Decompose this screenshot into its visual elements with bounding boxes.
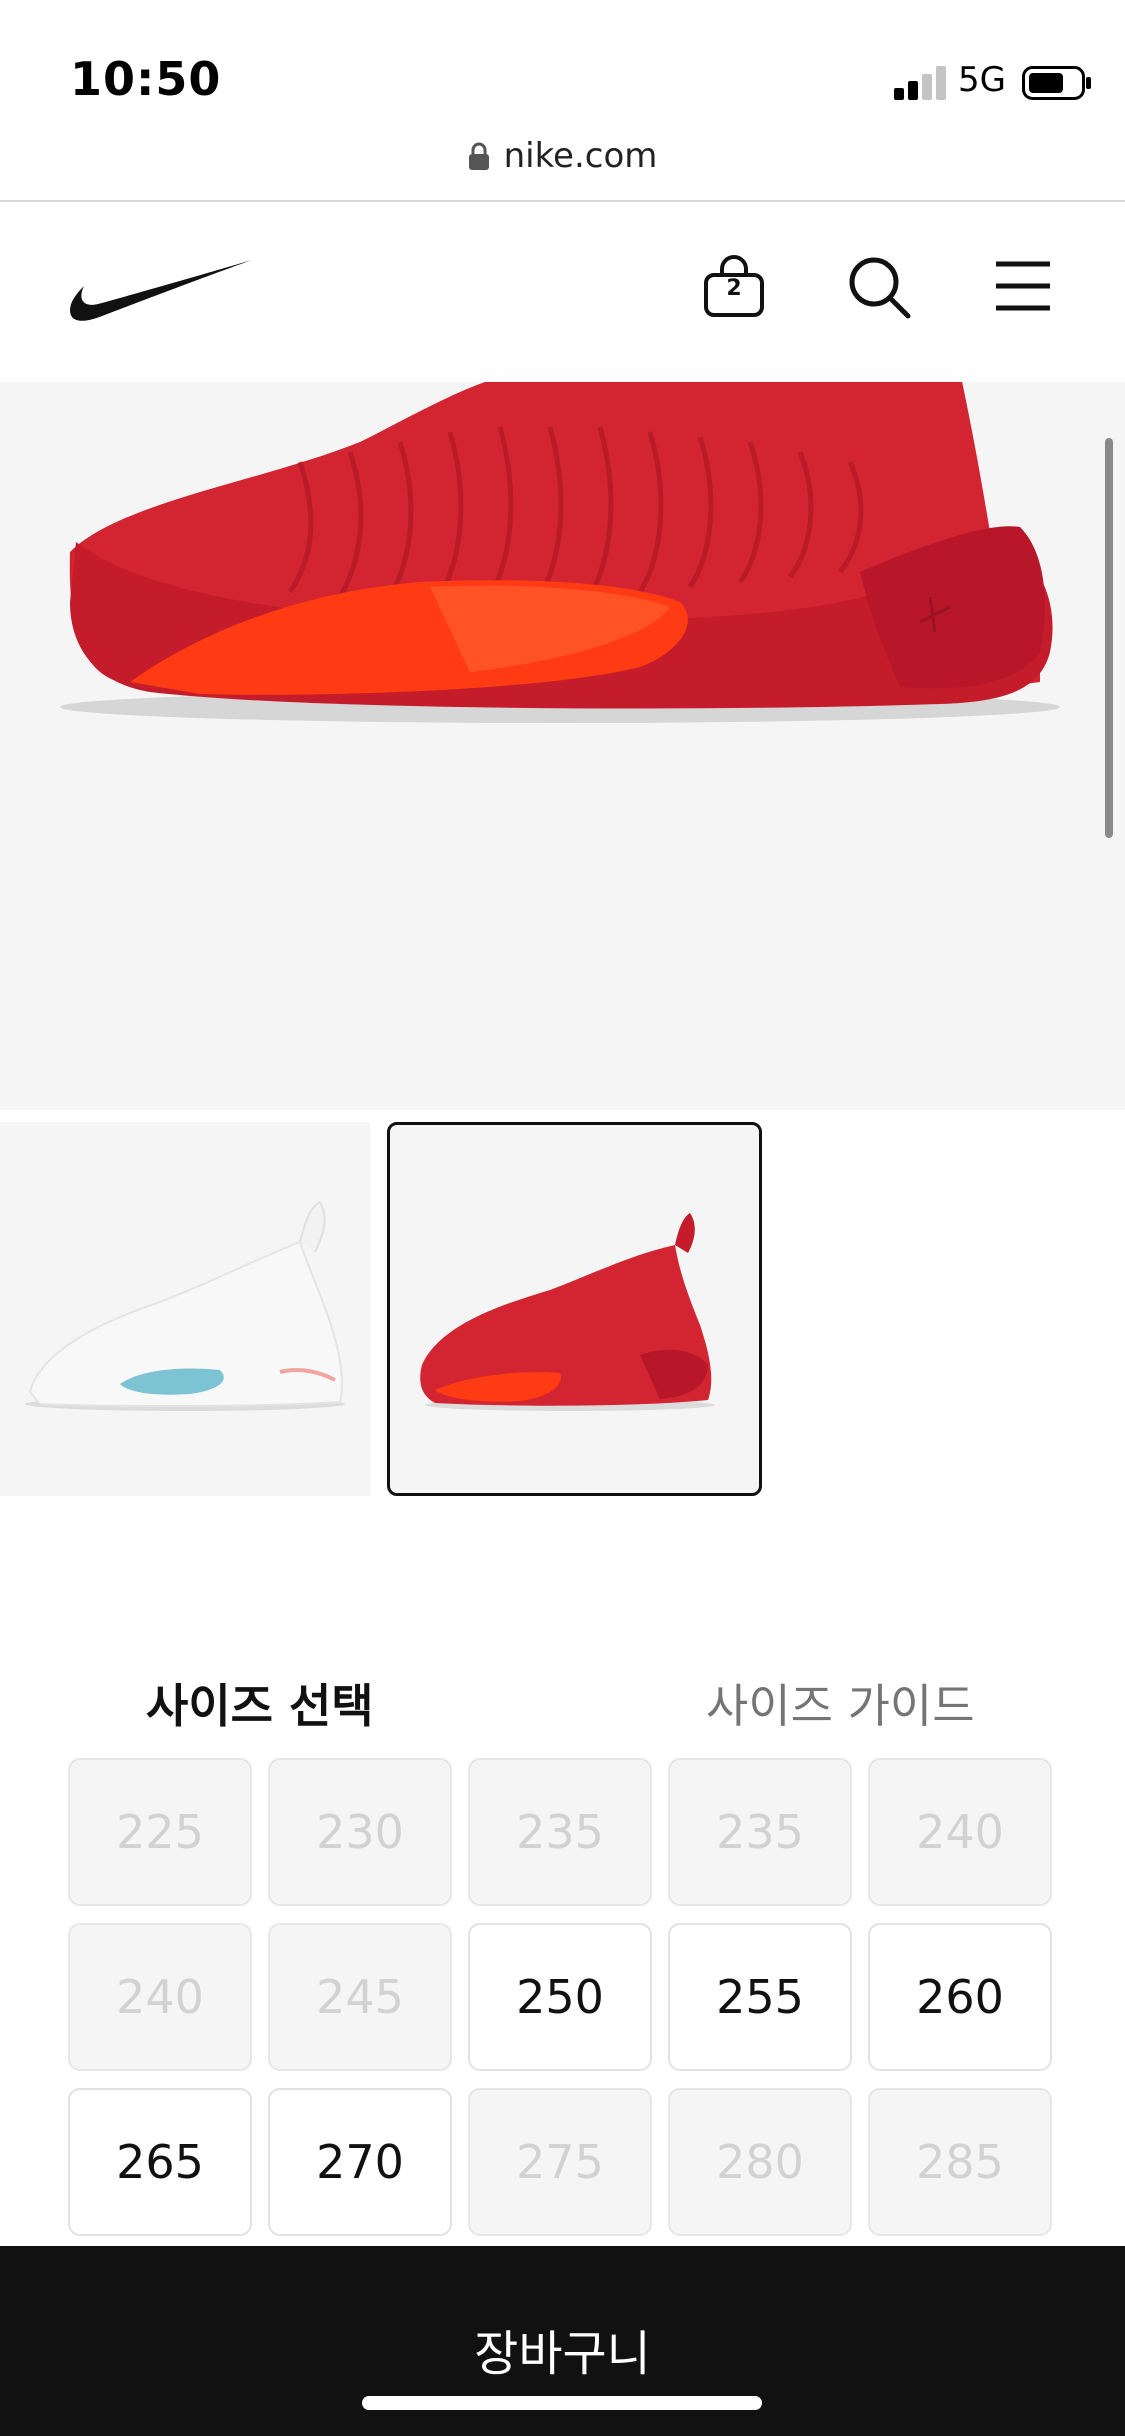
home-indicator[interactable] <box>362 2396 762 2410</box>
size-guide-link[interactable]: 사이즈 가이드 <box>706 1670 975 1736</box>
red-shoe-illustration <box>60 382 1060 723</box>
browser-url-bar[interactable]: nike.com <box>0 130 1125 200</box>
red-shoe-thumbnail <box>420 1213 715 1411</box>
size-option: 280 <box>668 2088 852 2236</box>
thumbnail-red-colorway-selected[interactable] <box>387 1122 762 1496</box>
size-option: 235 <box>668 1758 852 1906</box>
product-hero-image[interactable] <box>0 382 1125 1110</box>
bag-count-badge: 2 <box>726 276 742 301</box>
search-icon[interactable] <box>846 254 912 320</box>
thumbnail-white-colorway[interactable] <box>0 1122 370 1496</box>
size-option: 235 <box>468 1758 652 1906</box>
size-option[interactable]: 265 <box>68 2088 252 2236</box>
size-option: 240 <box>868 1758 1052 1906</box>
size-option: 225 <box>68 1758 252 1906</box>
network-type: 5G <box>958 60 1006 100</box>
size-option[interactable]: 270 <box>268 2088 452 2236</box>
size-option[interactable]: 260 <box>868 1923 1052 2071</box>
size-option: 275 <box>468 2088 652 2236</box>
signal-icon <box>894 66 946 100</box>
status-time: 10:50 <box>70 52 222 106</box>
size-option[interactable]: 255 <box>668 1923 852 2071</box>
white-shoe-thumbnail <box>25 1200 345 1411</box>
size-option: 230 <box>268 1758 452 1906</box>
scrollbar[interactable] <box>1105 438 1113 838</box>
size-grid: 225 230 235 235 240 240 245 250 255 260 … <box>68 1758 1058 2236</box>
url-text: nike.com <box>503 136 658 176</box>
add-to-cart-label: 장바구니 <box>474 2326 651 2382</box>
hamburger-menu-icon[interactable] <box>994 258 1052 314</box>
lock-icon <box>468 142 489 170</box>
size-option: 285 <box>868 2088 1052 2236</box>
status-bar: 10:50 5G <box>0 0 1125 135</box>
size-option: 240 <box>68 1923 252 2071</box>
size-option[interactable]: 250 <box>468 1923 652 2071</box>
size-select-title: 사이즈 선택 <box>146 1679 374 1733</box>
size-option: 245 <box>268 1923 452 2071</box>
battery-icon <box>1022 66 1091 100</box>
nike-swoosh-icon[interactable] <box>68 258 252 326</box>
